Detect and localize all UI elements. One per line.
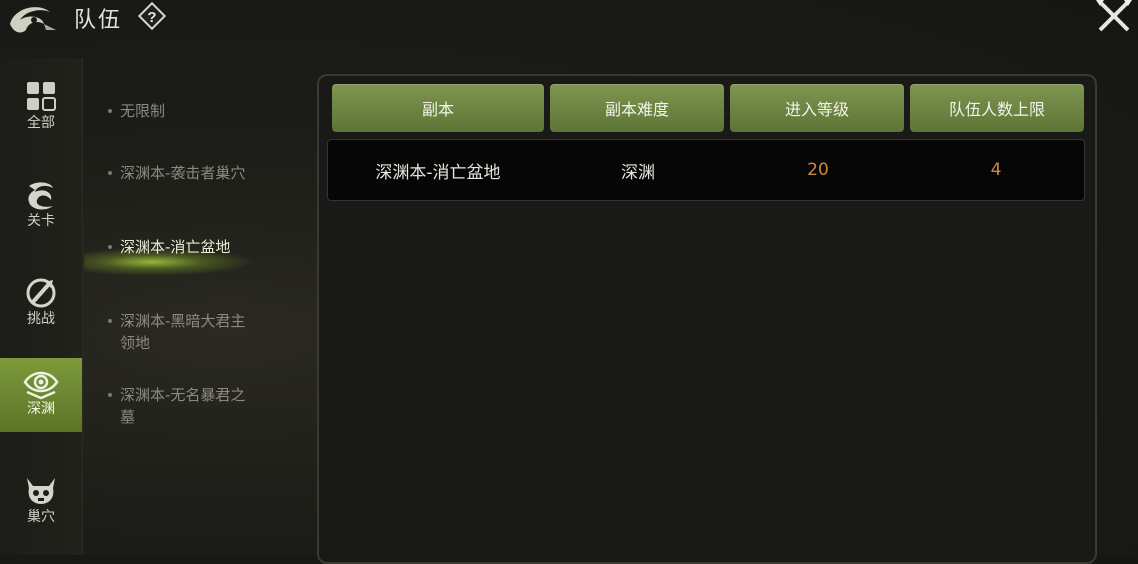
dungeon-subnav: 无限制 深渊本-袭击者巢穴 深渊本-消亡盆地 深渊本-黑暗大君主领地 深渊本-无… [84, 88, 314, 555]
cell-level: 20 [807, 160, 829, 180]
swirl-icon [28, 182, 53, 210]
svg-text:?: ? [147, 9, 156, 26]
sidebar-item-label: 全部 [27, 115, 55, 131]
column-header-difficulty[interactable]: 副本难度 [550, 84, 724, 132]
cell-difficulty: 深渊 [621, 162, 655, 183]
subnav-item-label: 深渊本-黑暗大君主领地 [120, 312, 246, 352]
subnav-item-unlimited[interactable]: 无限制 [108, 100, 250, 122]
bullet-dot [108, 109, 112, 113]
subnav-item-nameless-tyrant[interactable]: 深渊本-无名暴君之墓 [108, 384, 250, 428]
challenge-icon [26, 278, 56, 308]
page-title: 队伍 [74, 8, 123, 33]
subnav-item-dark-overlord[interactable]: 深渊本-黑暗大君主领地 [108, 310, 250, 354]
top-bar: 队伍 ? [0, 0, 1138, 38]
bullet-dot [108, 245, 112, 249]
subnav-item-label: 深渊本-消亡盆地 [120, 238, 231, 256]
sidebar-item-stages[interactable]: 关卡 [0, 170, 82, 244]
subnav-item-raider-lair[interactable]: 深渊本-袭击者巢穴 [108, 162, 250, 184]
bullet-dot [108, 171, 112, 175]
eye-icon [23, 371, 59, 400]
team-list-panel: 副本 副本难度 进入等级 队伍人数上限 深渊本-消亡盆地 深渊 20 4 [317, 74, 1097, 564]
subnav-item-label: 深渊本-袭击者巢穴 [120, 164, 246, 182]
sidebar-item-label: 挑战 [27, 311, 55, 327]
cell-dungeon: 深渊本-消亡盆地 [375, 162, 501, 183]
table-row[interactable]: 深渊本-消亡盆地 深渊 20 4 [327, 139, 1085, 201]
sidebar-item-challenge[interactable]: 挑战 [0, 268, 82, 342]
subnav-item-label: 无限制 [120, 102, 166, 120]
column-header-level[interactable]: 进入等级 [730, 84, 904, 132]
cell-max-members: 4 [990, 160, 1002, 180]
sidebar-item-abyss[interactable]: 深渊 [0, 358, 82, 432]
crossed-swords-close-icon [1096, 0, 1132, 32]
question-mark-icon[interactable]: ? [138, 2, 166, 30]
column-header-max-members[interactable]: 队伍人数上限 [910, 84, 1084, 132]
category-sidebar: 全部 关卡 挑战 深渊 巢穴 [0, 58, 83, 555]
bullet-dot [108, 393, 112, 397]
close-button[interactable] [1094, 0, 1134, 34]
grid-icon [27, 82, 56, 111]
subnav-item-label: 深渊本-无名暴君之墓 [120, 386, 246, 426]
bullet-dot [108, 319, 112, 323]
dragon-emblem-icon [4, 0, 60, 40]
sidebar-item-label: 深渊 [27, 401, 55, 417]
sidebar-item-label: 巢穴 [27, 509, 55, 525]
sidebar-item-all[interactable]: 全部 [0, 72, 82, 146]
demon-skull-icon [27, 478, 55, 504]
sidebar-item-lair[interactable]: 巢穴 [0, 466, 82, 540]
subnav-item-perish-basin[interactable]: 深渊本-消亡盆地 [108, 236, 250, 258]
column-header-dungeon[interactable]: 副本 [332, 84, 544, 132]
sidebar-item-label: 关卡 [27, 213, 55, 229]
